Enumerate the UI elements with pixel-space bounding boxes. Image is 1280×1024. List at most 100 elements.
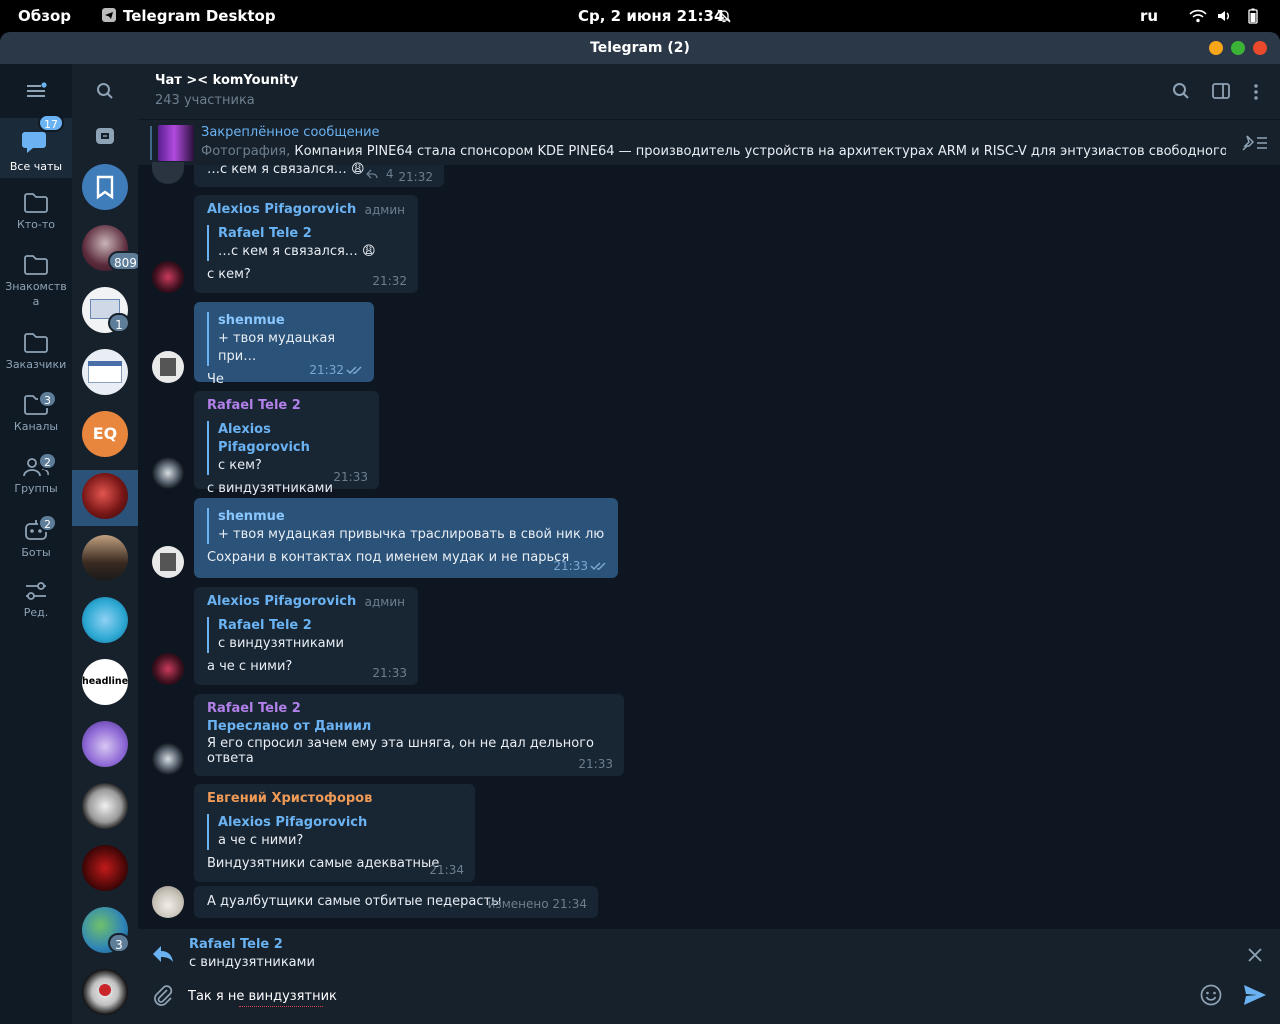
folder-groups[interactable]: 2 Группы xyxy=(0,452,72,496)
chat-avatar[interactable] xyxy=(82,535,128,581)
reply-quote[interactable]: Rafael Tele 2 с виндузятниками xyxy=(207,617,405,653)
send-button[interactable] xyxy=(1243,984,1267,1010)
send-icon xyxy=(1244,985,1266,1005)
message-bubble-outgoing[interactable]: shenmue + твоя мудацкая привычка траслир… xyxy=(194,498,618,578)
quote-text: + твоя мудацкая привычка траслировать в … xyxy=(218,527,605,542)
chat-avatar[interactable] xyxy=(82,783,128,829)
message-bubble[interactable]: Rafael Tele 2 Alexios Pifagorovich с кем… xyxy=(194,391,379,496)
sender-avatar[interactable] xyxy=(152,886,184,918)
maximize-button[interactable] xyxy=(1231,41,1245,55)
search-icon xyxy=(97,83,113,99)
reply-quote[interactable]: shenmue + твоя мудацкая привычка траслир… xyxy=(207,508,605,544)
message-time: 21:33 xyxy=(578,757,613,771)
spellcheck-underline xyxy=(239,1005,323,1007)
quote-author: shenmue xyxy=(218,313,285,328)
search-chat-button[interactable] xyxy=(1172,82,1190,104)
message-bubble[interactable]: Alexios Pifagorovich админ Rafael Tele 2… xyxy=(194,195,418,293)
chat-avatar[interactable] xyxy=(82,845,128,891)
search-button[interactable] xyxy=(96,82,116,102)
message-text: Я его спросил зачем ему эта шняга, он не… xyxy=(207,736,594,766)
window-title-bar[interactable]: Telegram (2) xyxy=(0,32,1280,64)
message-bubble[interactable]: Alexios Pifagorovich админ Rafael Tele 2… xyxy=(194,587,418,685)
battery-icon[interactable] xyxy=(1248,8,1258,28)
folder-someone[interactable]: Кто-то xyxy=(0,192,72,232)
chats-icon xyxy=(22,132,46,153)
wifi-icon[interactable] xyxy=(1189,9,1207,27)
activities-button[interactable]: Обзор xyxy=(18,7,71,25)
read-checkmarks-icon xyxy=(346,366,362,375)
pinned-text: Компания PINE64 стала спонсором KDE PINE… xyxy=(294,144,1226,159)
minimize-button[interactable] xyxy=(1209,41,1223,55)
folder-bots[interactable]: 2 Боты xyxy=(0,514,72,560)
reply-quote[interactable]: Alexios Pifagorovich а че с ними? xyxy=(207,814,462,850)
message-time: 21:33 xyxy=(553,559,588,573)
folder-label: Знакомства xyxy=(5,280,67,308)
message-input[interactable]: Так я не виндузятник xyxy=(188,985,1188,1009)
message-time: 21:32 xyxy=(372,274,407,288)
reply-quote[interactable]: Alexios Pifagorovich с кем? xyxy=(207,421,366,475)
quote-author: Alexios Pifagorovich xyxy=(218,815,368,830)
folder-all-chats[interactable]: 17 Все чаты xyxy=(0,114,72,178)
sender-avatar[interactable] xyxy=(152,546,184,578)
volume-icon[interactable] xyxy=(1216,8,1232,28)
message-bubble[interactable]: А дуалбутщики самые отбитые педерасты из… xyxy=(194,886,598,918)
folder-badge: 3 xyxy=(38,390,57,408)
sidebar-icon xyxy=(1212,83,1230,99)
chat-members-count: 243 участника xyxy=(155,93,255,108)
chat-avatar-eq[interactable]: EQ xyxy=(82,411,128,457)
chat-avatar[interactable] xyxy=(82,721,128,767)
chat-avatar-saved[interactable] xyxy=(82,164,128,210)
toggle-sidebar-button[interactable] xyxy=(1212,83,1230,103)
folder-acquaintances[interactable]: Знакомства xyxy=(0,254,72,309)
message-author[interactable]: Rafael Tele 2 xyxy=(207,700,611,718)
message-text: …с кем я связался… 😩 xyxy=(207,162,365,177)
chat-title: Чат >< komYounity xyxy=(155,73,299,88)
unpin-button[interactable] xyxy=(1241,134,1269,156)
chat-avatar[interactable] xyxy=(82,969,128,1015)
reply-quote[interactable]: shenmue + твоя мудацкая при… xyxy=(207,312,361,366)
telegram-tray-icon xyxy=(102,8,116,26)
chat-avatar[interactable] xyxy=(82,597,128,643)
chat-list: 809 1 EQ headlines 3 xyxy=(72,64,143,1024)
forwarded-from[interactable]: Переслано от Даниил xyxy=(207,718,611,736)
close-window-button[interactable] xyxy=(1253,41,1267,55)
message-author[interactable]: Rafael Tele 2 xyxy=(207,397,366,415)
sender-avatar[interactable] xyxy=(152,162,184,184)
chat-avatar[interactable] xyxy=(82,349,128,395)
sender-avatar[interactable] xyxy=(152,457,184,489)
folder-icon xyxy=(24,193,48,213)
message-input-value: Так я не виндузятник xyxy=(188,989,337,1004)
message-text: Сохрани в контактах под именем мудак и н… xyxy=(207,550,570,565)
chat-header[interactable]: Чат >< komYounity 243 участника xyxy=(138,64,1280,119)
pinned-message-bar[interactable]: Закреплённое сообщение Фотография, Компа… xyxy=(138,119,1280,165)
folders-sidebar: 17 Все чаты Кто-то Знакомства Заказчики … xyxy=(0,64,72,1024)
more-options-button[interactable] xyxy=(1253,83,1259,105)
reply-quote[interactable]: Rafael Tele 2 …с кем я связался… 😩 xyxy=(207,225,405,261)
message-bubble[interactable]: Rafael Tele 2 Переслано от Даниил Я его … xyxy=(194,694,624,776)
folder-label: Кто-то xyxy=(16,218,56,231)
quote-text: + твоя мудацкая при… xyxy=(218,331,336,364)
message-author[interactable]: Евгений Христофоров xyxy=(207,790,462,808)
keyboard-layout-indicator[interactable]: ru xyxy=(1140,7,1158,25)
replies-count[interactable]: 4 xyxy=(366,167,393,181)
sender-avatar[interactable] xyxy=(152,351,184,383)
folder-clients[interactable]: Заказчики xyxy=(0,332,72,372)
edit-folders-button[interactable]: Ред. xyxy=(0,580,72,620)
archive-icon xyxy=(101,133,109,139)
emoji-button[interactable] xyxy=(1200,984,1222,1010)
sender-avatar[interactable] xyxy=(152,261,184,293)
message-bubble-outgoing[interactable]: shenmue + твоя мудацкая при… Че 21:32 xyxy=(194,302,374,387)
message-bubble[interactable]: …с кем я связался… 😩 4 21:32 xyxy=(194,162,444,187)
sender-avatar[interactable] xyxy=(152,743,184,775)
chat-avatar-headlines[interactable]: headlines xyxy=(82,659,128,705)
sender-avatar[interactable] xyxy=(152,653,184,685)
focused-app-name[interactable]: Telegram Desktop xyxy=(123,7,276,25)
message-bubble[interactable]: Евгений Христофоров Alexios Pifagorovich… xyxy=(194,784,475,882)
clock[interactable]: Ср, 2 июня 21:34 xyxy=(578,7,724,25)
chat-avatar-active[interactable] xyxy=(82,473,128,519)
cancel-reply-button[interactable] xyxy=(1248,947,1262,966)
attach-button[interactable] xyxy=(152,985,174,1011)
archive-button[interactable] xyxy=(96,128,114,144)
main-menu-button[interactable] xyxy=(26,82,48,100)
folder-channels[interactable]: 3 Каналы xyxy=(0,390,72,434)
